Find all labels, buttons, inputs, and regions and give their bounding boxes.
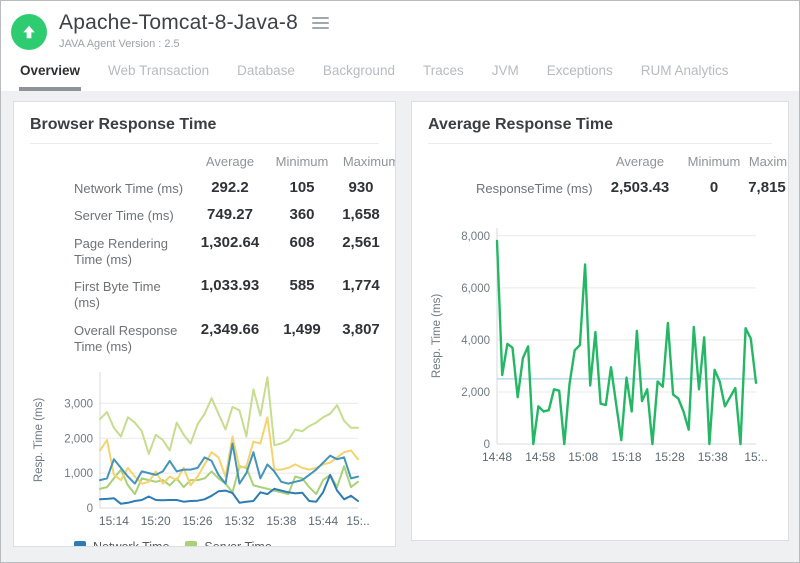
row-avg: 1,302.64 (190, 234, 270, 278)
health-status-icon (11, 14, 47, 50)
avg-response-metrics-table: Average Minimum Maximum ResponseTime (ms… (428, 150, 772, 206)
panel-title: Average Response Time (428, 116, 772, 134)
row-label: Network Time (ms) (30, 179, 190, 206)
legend-swatch (74, 541, 86, 547)
svg-text:15:26: 15:26 (183, 514, 213, 528)
row-min: 1,499 (270, 321, 334, 365)
legend-item-server-time[interactable]: Server Time (185, 540, 271, 547)
column-header-average: Average (190, 150, 270, 179)
svg-text:Resp. Time (ms): Resp. Time (ms) (33, 398, 45, 483)
row-max: 2,561 (334, 234, 396, 278)
row-label: ResponseTime (ms) (428, 179, 596, 206)
agent-version-label: JAVA Agent Version : 2.5 (59, 38, 329, 50)
row-max: 7,815 (744, 179, 789, 206)
arrow-up-icon (20, 23, 38, 41)
tab-jvm[interactable]: JVM (491, 63, 520, 91)
tab-traces[interactable]: Traces (422, 63, 465, 91)
row-min: 608 (270, 234, 334, 278)
svg-text:4,000: 4,000 (461, 335, 490, 347)
column-header-minimum: Minimum (270, 150, 334, 179)
svg-text:15:38: 15:38 (266, 514, 296, 528)
row-max: 1,774 (334, 277, 396, 321)
row-min: 585 (270, 277, 334, 321)
tab-overview[interactable]: Overview (19, 63, 81, 91)
svg-text:15:18: 15:18 (611, 450, 641, 464)
app-header: Apache-Tomcat-8-Java-8 JAVA Agent Versio… (1, 1, 799, 50)
legend-swatch (185, 541, 197, 547)
svg-text:0: 0 (87, 503, 93, 515)
svg-text:15:14: 15:14 (99, 514, 129, 528)
column-header-average: Average (596, 150, 684, 179)
svg-text:2,000: 2,000 (64, 433, 93, 445)
tab-bar: Overview Web Transaction Database Backgr… (1, 50, 799, 91)
average-response-time-panel: Average Response Time Average Minimum Ma… (411, 101, 789, 541)
chart-legend: Network Time Server Time Page Rendering … (74, 540, 379, 547)
page-title: Apache-Tomcat-8-Java-8 (59, 11, 298, 34)
svg-text:15:..: 15:.. (744, 450, 767, 464)
app-window: Apache-Tomcat-8-Java-8 JAVA Agent Versio… (0, 0, 800, 563)
row-avg: 2,349.66 (190, 321, 270, 365)
row-max: 3,807 (334, 321, 396, 365)
svg-text:15:20: 15:20 (141, 514, 171, 528)
browser-response-time-panel: Browser Response Time Average Minimum Ma… (13, 101, 396, 547)
row-max: 930 (334, 179, 396, 206)
tab-web-transaction[interactable]: Web Transaction (107, 63, 210, 91)
avg-response-chart[interactable]: 02,0004,0006,0008,00014:4814:5815:0815:1… (428, 220, 772, 470)
tab-exceptions[interactable]: Exceptions (546, 63, 614, 91)
svg-text:Resp. Time (ms): Resp. Time (ms) (431, 294, 443, 379)
browser-metrics-table: Average Minimum Maximum Network Time (ms… (30, 150, 379, 364)
legend-item-network-time[interactable]: Network Time (74, 540, 169, 547)
row-label: Overall Response Time (ms) (30, 321, 190, 365)
panel-title: Browser Response Time (30, 116, 379, 134)
browser-response-chart[interactable]: 0 1,000 2,000 3,000 15:14 15:20 15:26 15:32 15:3… (30, 366, 379, 534)
divider (30, 143, 379, 144)
row-label: First Byte Time (ms) (30, 277, 190, 321)
column-header-maximum: Maximum (334, 150, 396, 179)
row-avg: 749.27 (190, 206, 270, 233)
svg-text:2,000: 2,000 (461, 387, 490, 399)
svg-text:15:..: 15:.. (346, 514, 369, 528)
divider (428, 143, 772, 144)
svg-text:15:44: 15:44 (308, 514, 338, 528)
row-label: Server Time (ms) (30, 206, 190, 233)
row-min: 105 (270, 179, 334, 206)
row-min: 0 (684, 179, 744, 206)
row-avg: 292.2 (190, 179, 270, 206)
row-avg: 2,503.43 (596, 179, 684, 206)
svg-text:15:08: 15:08 (568, 450, 598, 464)
row-min: 360 (270, 206, 334, 233)
column-header-minimum: Minimum (684, 150, 744, 179)
svg-text:14:58: 14:58 (525, 450, 555, 464)
svg-text:6,000: 6,000 (461, 283, 490, 295)
svg-text:15:38: 15:38 (698, 450, 728, 464)
svg-text:15:32: 15:32 (225, 514, 255, 528)
svg-text:8,000: 8,000 (461, 231, 490, 243)
tab-background[interactable]: Background (322, 63, 396, 91)
menu-icon[interactable] (312, 14, 329, 32)
tab-rum-analytics[interactable]: RUM Analytics (640, 63, 730, 91)
row-avg: 1,033.93 (190, 277, 270, 321)
svg-text:14:48: 14:48 (482, 450, 512, 464)
svg-text:1,000: 1,000 (64, 468, 93, 480)
svg-text:3,000: 3,000 (64, 398, 93, 410)
row-max: 1,658 (334, 206, 396, 233)
svg-text:15:28: 15:28 (655, 450, 685, 464)
tab-database[interactable]: Database (236, 63, 296, 91)
row-label: Page Rendering Time (ms) (30, 234, 190, 278)
column-header-maximum: Maximum (744, 150, 789, 179)
